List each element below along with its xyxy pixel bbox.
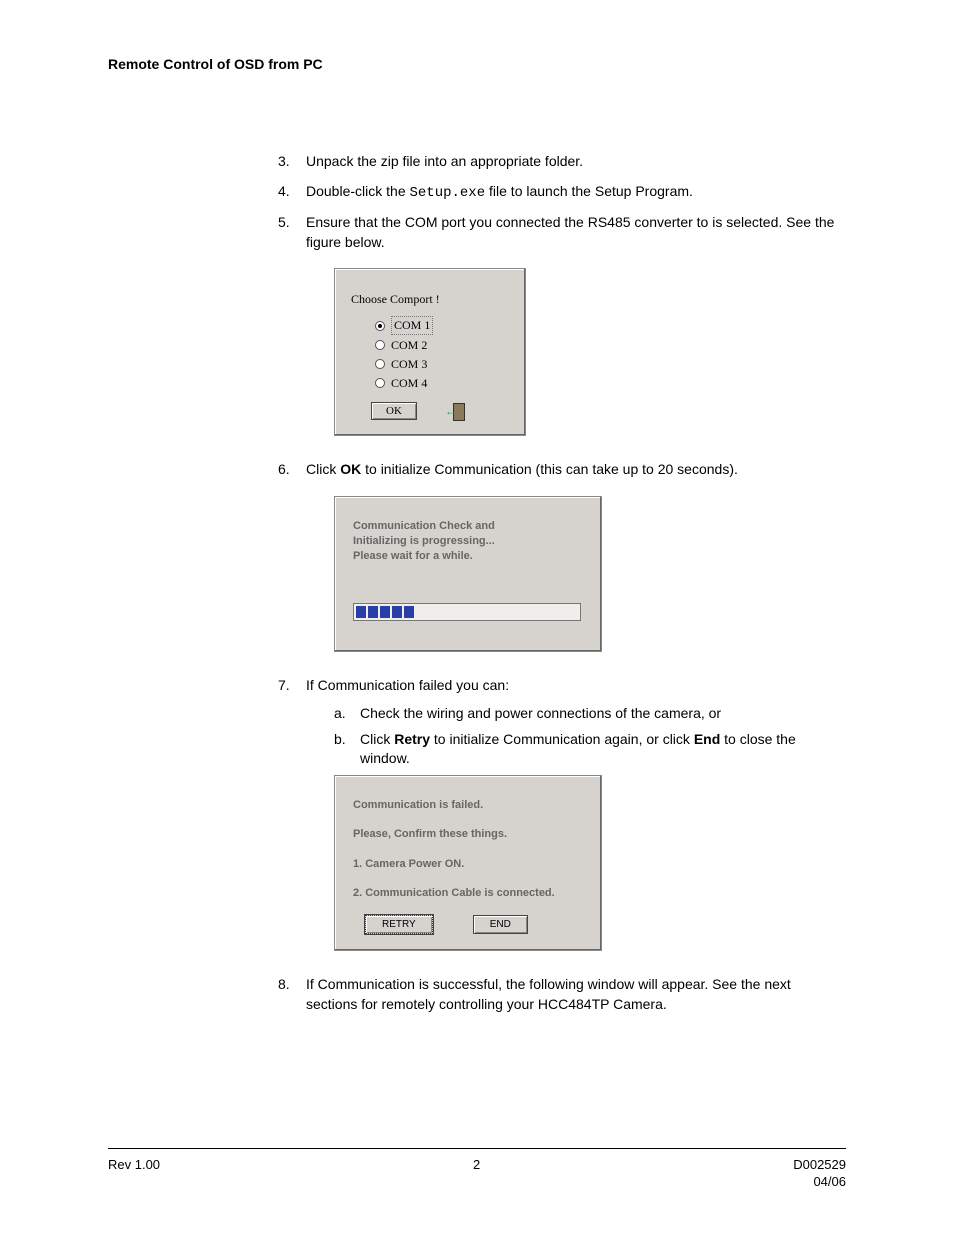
step-number: 4.: [278, 182, 306, 204]
step-6: 6. Click OK to initialize Communication …: [278, 460, 846, 480]
dialog-text: 2. Communication Cable is connected.: [353, 886, 583, 901]
dialog-text: Please wait for a while.: [353, 549, 583, 564]
text: Double-click the: [306, 183, 410, 199]
dialog-text: Communication Check and: [353, 519, 583, 534]
step-number: 7.: [278, 676, 306, 965]
retry-button[interactable]: RETRY: [365, 915, 433, 934]
bold-text: OK: [340, 461, 361, 477]
comport-dialog: Choose Comport ! COM 1 COM 2 COM 3 COM 4: [334, 268, 526, 436]
step-text: Ensure that the COM port you connected t…: [306, 213, 846, 252]
step-3: 3. Unpack the zip file into an appropria…: [278, 152, 846, 172]
text: to initialize Communication (this can ta…: [361, 461, 738, 477]
dialog-text: Initializing is progressing...: [353, 534, 583, 549]
radio-com1[interactable]: COM 1: [375, 316, 509, 335]
radio-com3[interactable]: COM 3: [375, 356, 509, 373]
text: file to launch the Setup Program.: [485, 183, 693, 199]
page-footer: Rev 1.00 2 D002529 04/06: [108, 1148, 846, 1191]
step-number: 8.: [278, 975, 306, 1014]
step-8: 8. If Communication is successful, the f…: [278, 975, 846, 1014]
radio-icon: [375, 359, 385, 369]
radio-icon: [375, 321, 385, 331]
dialog-text: 1. Camera Power ON.: [353, 857, 583, 872]
step-text: Double-click the Setup.exe file to launc…: [306, 182, 846, 204]
text: Click: [360, 731, 394, 747]
step-text: If Communication failed you can:: [306, 677, 509, 693]
substep-text: Check the wiring and power connections o…: [360, 704, 846, 724]
radio-com4[interactable]: COM 4: [375, 375, 509, 392]
radio-label: COM 2: [391, 337, 427, 354]
radio-label: COM 4: [391, 375, 427, 392]
failed-dialog: Communication is failed. Please, Confirm…: [334, 775, 602, 952]
spacer: [278, 490, 306, 667]
radio-label: COM 3: [391, 356, 427, 373]
text: to initialize Communication again, or cl…: [430, 731, 694, 747]
radio-label: COM 1: [391, 316, 433, 335]
dialog-caption: Choose Comport !: [351, 291, 509, 308]
substep-number: b.: [334, 730, 360, 769]
dialog-text: Communication is failed.: [353, 798, 583, 813]
text: Click: [306, 461, 340, 477]
step-4: 4. Double-click the Setup.exe file to la…: [278, 182, 846, 204]
content-area: 3. Unpack the zip file into an appropria…: [278, 152, 846, 1015]
spacer: [278, 262, 306, 450]
ok-button[interactable]: OK: [371, 402, 417, 420]
bold-text: Retry: [394, 731, 430, 747]
code-text: Setup.exe: [410, 185, 486, 201]
radio-icon: [375, 378, 385, 388]
step-number: 5.: [278, 213, 306, 252]
radio-com2[interactable]: COM 2: [375, 337, 509, 354]
footer-revision: Rev 1.00: [108, 1157, 160, 1191]
step-text: If Communication is successful, the foll…: [306, 975, 846, 1014]
substep-text: Click Retry to initialize Communication …: [360, 730, 846, 769]
step-text: Click OK to initialize Communication (th…: [306, 460, 846, 480]
footer-date: 04/06: [793, 1174, 846, 1191]
footer-docid: D002529: [793, 1157, 846, 1174]
progress-bar: [353, 603, 581, 621]
step-7: 7. If Communication failed you can: a. C…: [278, 676, 846, 965]
radio-icon: [375, 340, 385, 350]
step-7a: a. Check the wiring and power connection…: [334, 704, 846, 724]
step-text: Unpack the zip file into an appropriate …: [306, 152, 846, 172]
substep-number: a.: [334, 704, 360, 724]
step-5: 5. Ensure that the COM port you connecte…: [278, 213, 846, 252]
step-number: 3.: [278, 152, 306, 172]
dialog-text: Please, Confirm these things.: [353, 827, 583, 842]
end-button[interactable]: END: [473, 915, 528, 934]
bold-text: End: [694, 731, 720, 747]
progress-dialog: Communication Check and Initializing is …: [334, 496, 602, 653]
step-number: 6.: [278, 460, 306, 480]
step-7b: b. Click Retry to initialize Communicati…: [334, 730, 846, 769]
footer-page-number: 2: [473, 1157, 480, 1191]
figure-comport-dialog: Choose Comport ! COM 1 COM 2 COM 3 COM 4: [278, 262, 846, 450]
page-header: Remote Control of OSD from PC: [108, 56, 846, 72]
exit-icon[interactable]: [447, 401, 467, 421]
figure-progress-dialog: Communication Check and Initializing is …: [278, 490, 846, 667]
